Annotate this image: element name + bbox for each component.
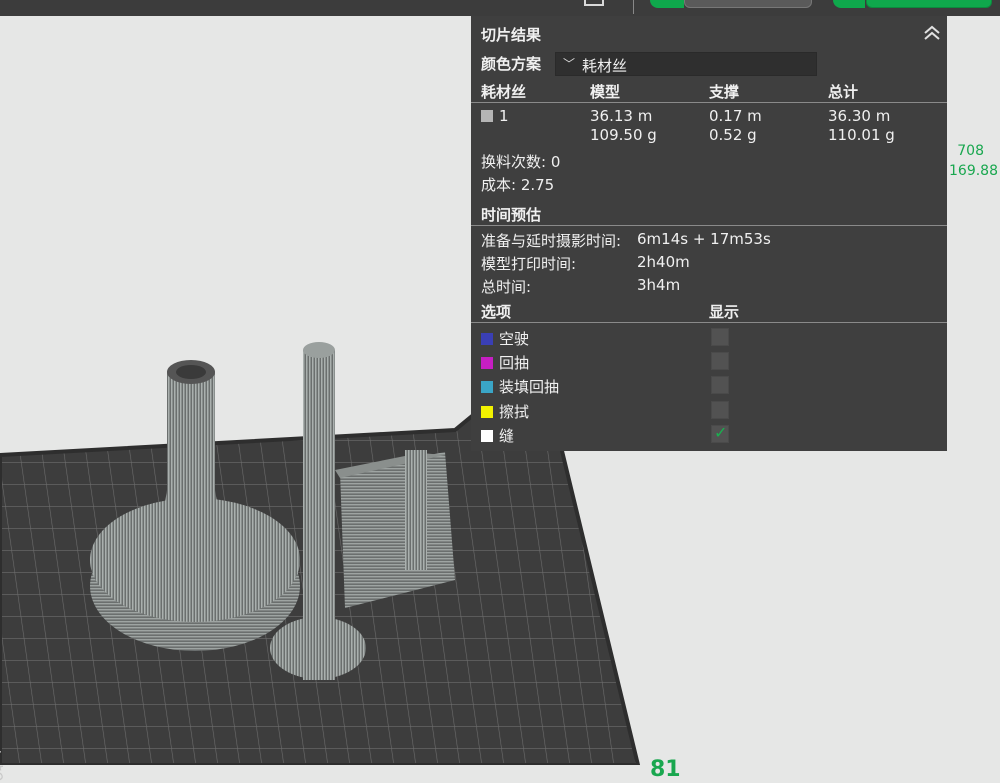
travel-checkbox[interactable] xyxy=(711,328,729,346)
unretract-swatch xyxy=(481,381,493,393)
filament-header-col2: 模型 xyxy=(590,83,621,101)
filament-swatch xyxy=(481,110,493,122)
box-ridge xyxy=(405,450,427,570)
print-plate-button[interactable] xyxy=(866,0,992,8)
toolbar-divider xyxy=(633,0,634,14)
travel-swatch xyxy=(481,333,493,345)
option-retract: 回抽 xyxy=(481,352,529,373)
model-weight: 109.50 g xyxy=(590,126,657,144)
option-wipe: 擦拭 xyxy=(481,401,529,422)
color-scheme-value: 耗材丝 xyxy=(582,57,628,75)
layers-icon[interactable] xyxy=(584,0,604,6)
checkmark-icon: ✓ xyxy=(714,423,728,442)
filament-header-col4: 总计 xyxy=(828,83,859,101)
divider xyxy=(471,225,947,226)
time-section-title: 时间预估 xyxy=(481,206,542,224)
color-scheme-label: 颜色方案 xyxy=(481,55,542,73)
panel-title: 切片结果 xyxy=(481,26,542,44)
top-toolbar xyxy=(0,0,1000,16)
retract-checkbox[interactable] xyxy=(711,352,729,370)
model-print-time-value: 2h40m xyxy=(637,253,690,271)
coordinate-readout-2: 169.88 xyxy=(949,163,998,179)
filament-changes: 换料次数: 0 xyxy=(481,153,561,171)
model-length: 36.13 m xyxy=(590,107,653,125)
support-length: 0.17 m xyxy=(709,107,762,125)
collapse-icon[interactable] xyxy=(921,24,943,42)
total-weight: 110.01 g xyxy=(828,126,895,144)
axis-number: 81 xyxy=(650,757,681,782)
vase-opening xyxy=(176,365,206,379)
retract-swatch xyxy=(481,357,493,369)
cost: 成本: 2.75 xyxy=(481,176,555,194)
total-time-label: 总时间: xyxy=(481,278,532,296)
unretract-checkbox[interactable] xyxy=(711,376,729,394)
divider xyxy=(471,322,947,323)
chevron-down-icon: ﹀ xyxy=(563,57,576,71)
filament-header-col3: 支撑 xyxy=(709,83,740,101)
print-dropdown-button[interactable] xyxy=(833,0,865,8)
option-travel: 空驶 xyxy=(481,328,529,349)
option-unretract: 装填回抽 xyxy=(481,376,559,397)
wipe-checkbox[interactable] xyxy=(711,401,729,419)
seam-checkbox[interactable]: ✓ xyxy=(711,423,729,443)
rod xyxy=(303,350,335,680)
divider xyxy=(471,102,947,103)
option-seam: 缝 xyxy=(481,425,514,446)
color-scheme-select[interactable]: ﹀ 耗材丝 xyxy=(555,52,817,76)
coordinate-readout-1: 708 xyxy=(957,143,984,159)
total-time-value: 3h4m xyxy=(637,276,681,294)
wipe-swatch xyxy=(481,406,493,418)
prep-time-label: 准备与延时摄影时间: xyxy=(481,232,622,250)
filament-row-index: 1 xyxy=(481,107,509,125)
model-print-time-label: 模型打印时间: xyxy=(481,255,577,273)
slice-plate-button[interactable] xyxy=(684,0,812,8)
filament-header-col1: 耗材丝 xyxy=(481,83,527,101)
display-header: 显示 xyxy=(709,303,740,321)
seam-swatch xyxy=(481,430,493,442)
support-weight: 0.52 g xyxy=(709,126,757,144)
slice-dropdown-button[interactable] xyxy=(650,0,684,8)
rod-top xyxy=(303,342,335,358)
options-header: 选项 xyxy=(481,303,512,321)
total-length: 36.30 m xyxy=(828,107,891,125)
prep-time-value: 6m14s + 17m53s xyxy=(637,230,771,248)
slice-result-panel: 切片结果 颜色方案 ﹀ 耗材丝 耗材丝 模型 支撑 总计 1 36.13 m 1… xyxy=(471,16,947,451)
